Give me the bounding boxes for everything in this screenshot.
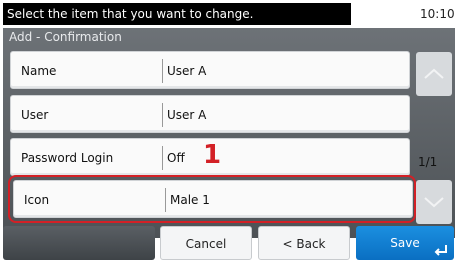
row-label: User [21,108,49,122]
status-bar: Select the item that you want to change.… [0,0,457,28]
cancel-button[interactable]: Cancel [160,226,252,260]
chevron-down-icon [424,197,444,208]
back-button[interactable]: < Back [258,226,350,260]
row-value: Off [167,151,185,165]
scroll-up-button[interactable] [416,52,452,96]
row-name[interactable]: Name User A [10,51,410,89]
chevron-up-icon [424,68,444,79]
row-value: Male 1 [170,193,210,207]
instruction-text: Select the item that you want to change. [3,3,351,25]
row-divider [162,103,163,127]
row-divider [162,59,163,83]
enter-icon [434,245,447,256]
row-label: Icon [24,193,50,207]
row-label: Name [21,64,57,78]
page-indicator: 1/1 [418,155,438,169]
screen-title: Add - Confirmation [9,30,122,44]
save-label: Save [390,236,420,250]
row-divider [165,188,166,212]
row-value: User A [167,108,207,122]
row-value: User A [167,64,207,78]
row-label: Password Login [21,151,114,165]
row-icon[interactable]: Icon Male 1 [13,180,413,218]
blank-softkey [3,226,155,260]
annotation-marker: 1 [203,140,222,170]
scroll-down-button[interactable] [416,180,452,224]
save-button[interactable]: Save [356,226,454,260]
row-user[interactable]: User User A [10,95,410,133]
highlight-frame: Icon Male 1 [8,175,416,223]
row-divider [162,146,163,170]
clock: 10:10 [420,7,455,21]
